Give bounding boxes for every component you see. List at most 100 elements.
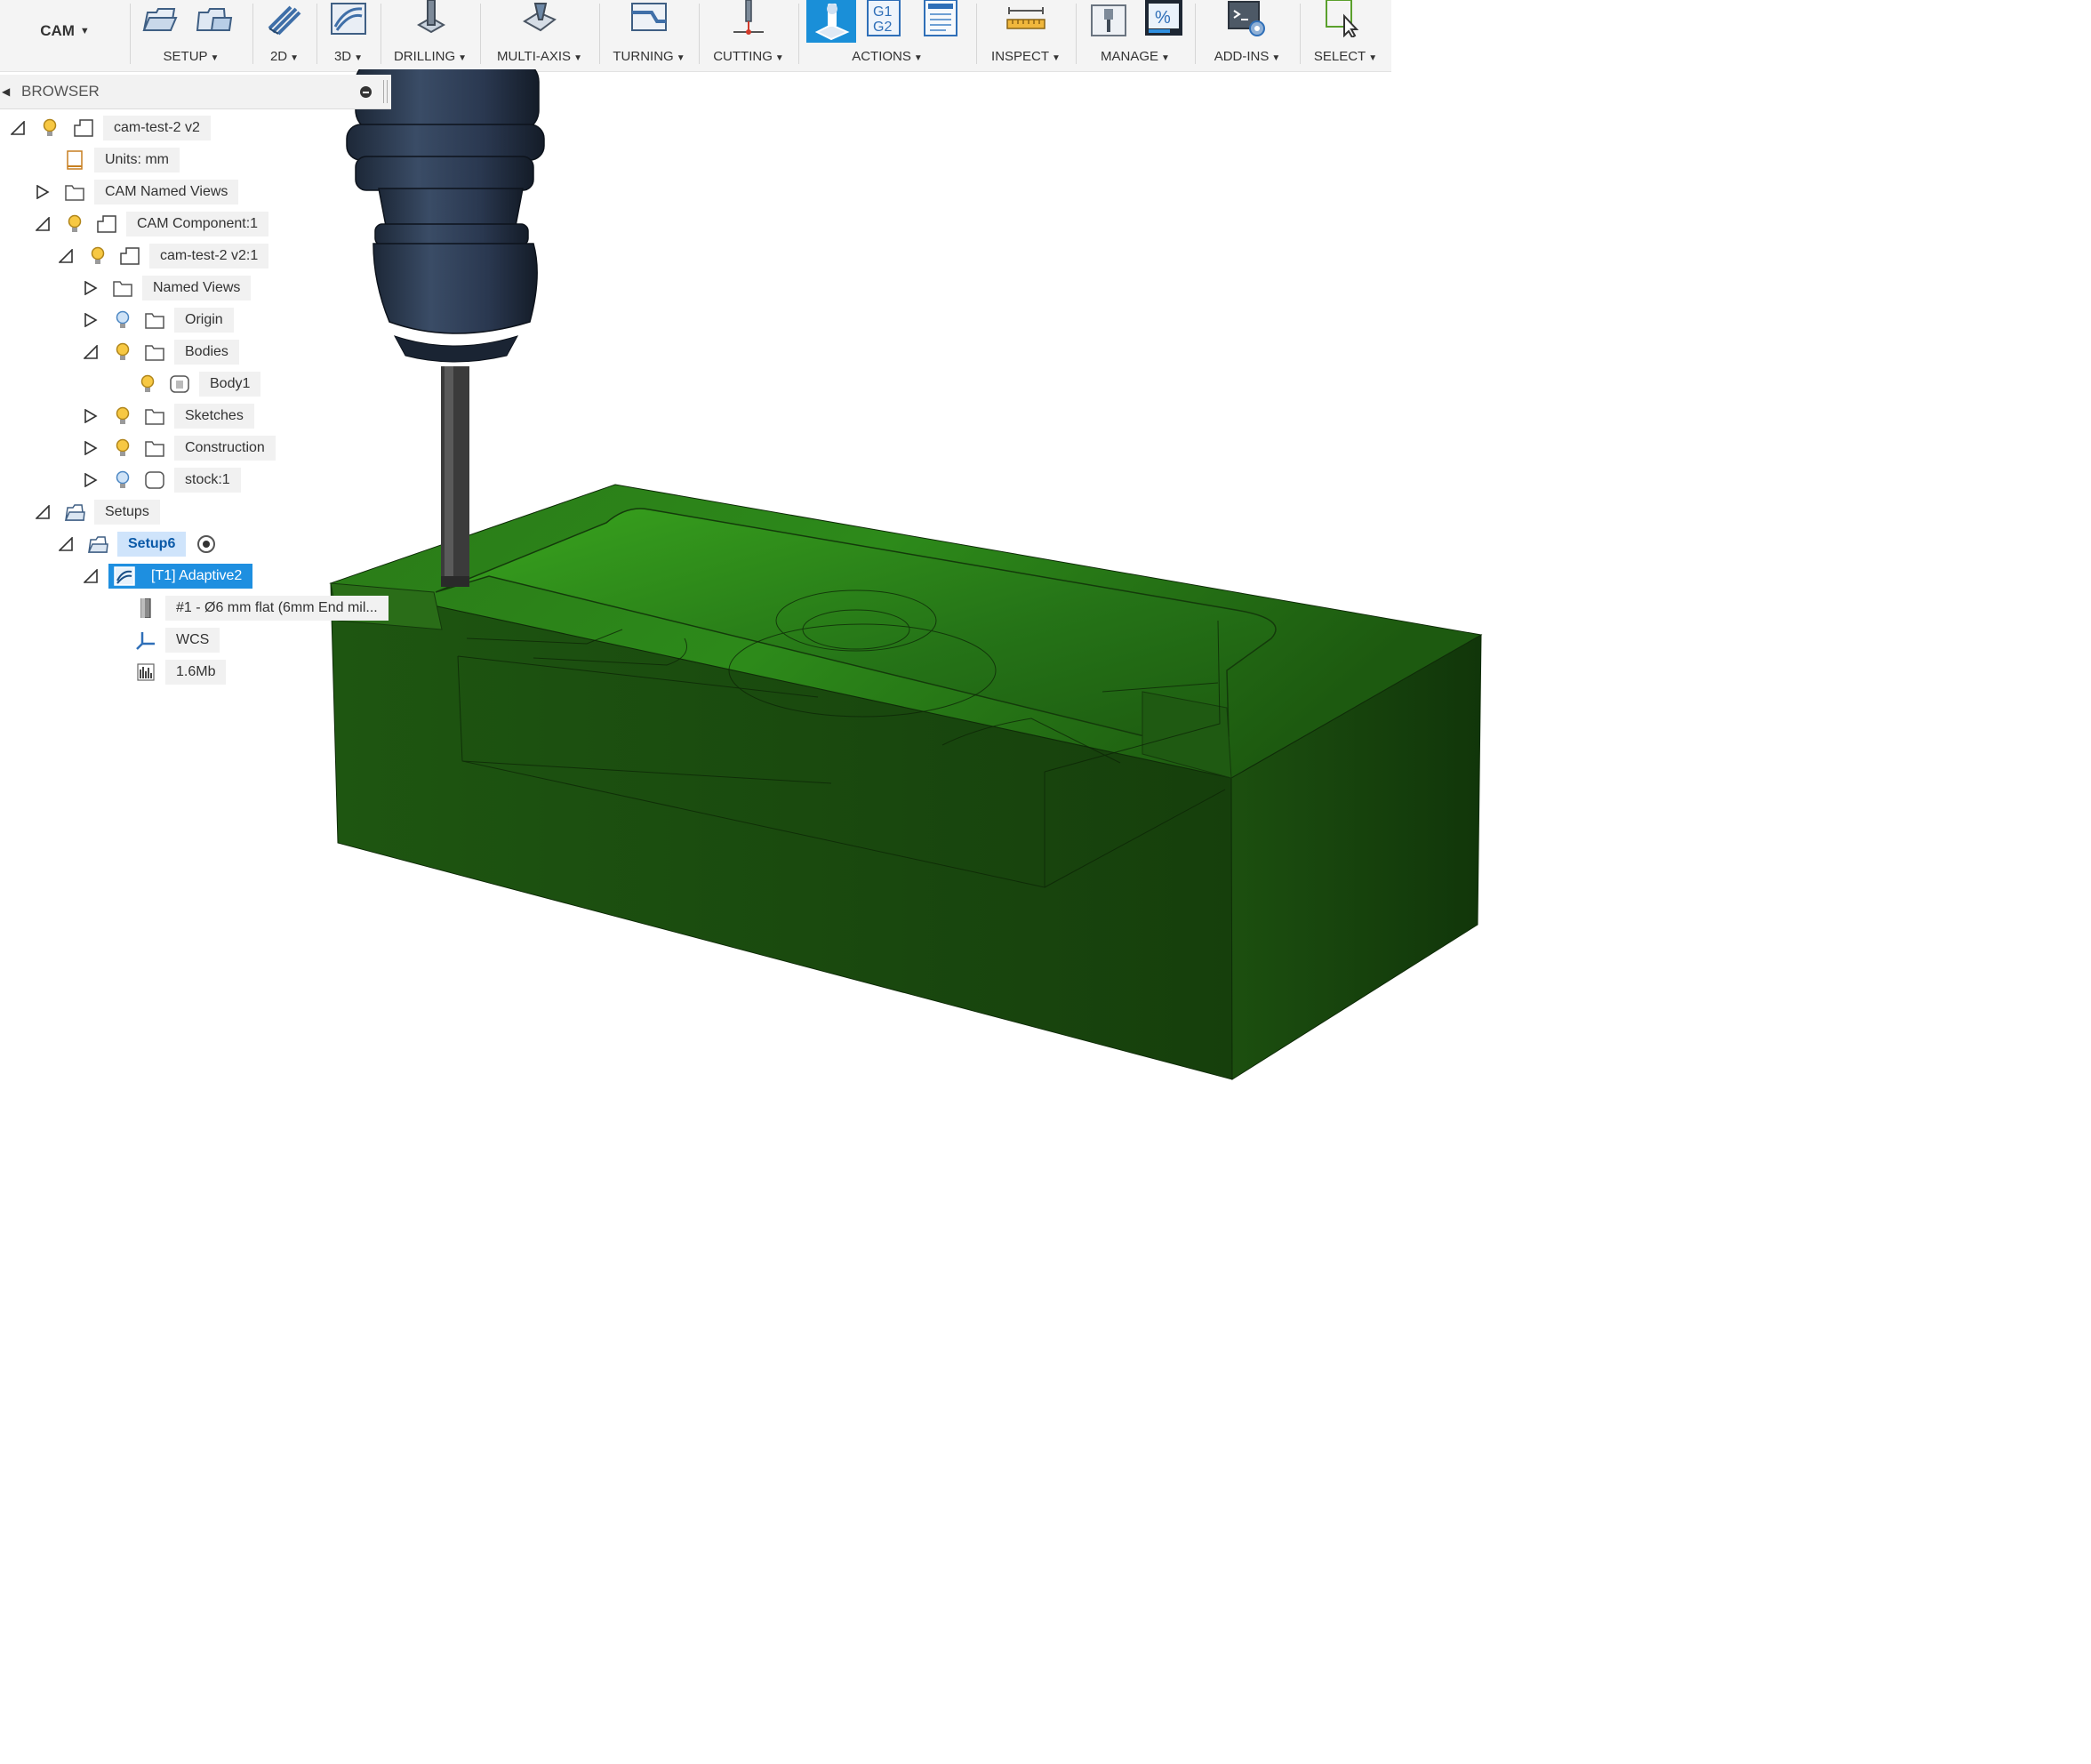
tree-label[interactable]: Setup6 (117, 532, 187, 557)
chevron-down-icon: ▼ (1161, 53, 1170, 63)
collapse-triangle-icon[interactable] (36, 505, 50, 519)
actions-menu[interactable]: ACTIONS ▼ (798, 49, 976, 64)
multi-axis-menu[interactable]: MULTI-AXIS ▼ (480, 49, 599, 64)
workspace-switcher[interactable]: CAM ▼ (0, 0, 130, 62)
chevron-down-icon: ▼ (1052, 53, 1061, 63)
visibility-bulb-icon[interactable] (41, 118, 59, 138)
activate-setup-radio[interactable] (197, 535, 215, 553)
cutting-icon[interactable] (728, 0, 769, 37)
svg-text:G2: G2 (873, 20, 892, 35)
expand-triangle-icon[interactable] (84, 313, 98, 327)
turning-label: TURNING (613, 49, 674, 64)
collapse-triangle-icon[interactable] (36, 217, 50, 231)
tree-label[interactable]: Bodies (174, 340, 239, 365)
tree-label[interactable]: Body1 (199, 372, 261, 397)
2d-adaptive-icon[interactable] (264, 0, 305, 37)
drilling-menu[interactable]: DRILLING ▼ (381, 49, 480, 64)
select-menu[interactable]: SELECT ▼ (1300, 49, 1391, 64)
collapse-triangle-icon[interactable] (84, 345, 98, 359)
measure-icon[interactable] (1005, 0, 1046, 37)
tree-label[interactable]: 1.6Mb (165, 660, 227, 685)
collapse-triangle-icon[interactable] (59, 249, 73, 263)
visibility-bulb-icon[interactable] (89, 246, 107, 266)
tree-label[interactable]: WCS (165, 628, 220, 653)
multi-axis-icon[interactable] (519, 0, 560, 37)
tool-library-icon[interactable] (1088, 0, 1129, 37)
scripts-addins-icon[interactable] (1227, 0, 1268, 37)
setup-sheet-report-icon[interactable] (923, 0, 958, 37)
document-settings-icon (64, 150, 85, 170)
inspect-menu[interactable]: INSPECT ▼ (976, 49, 1076, 64)
tree-label[interactable]: cam-test-2 v2:1 (149, 244, 269, 269)
expand-triangle-icon[interactable] (84, 409, 98, 423)
setups-folder-icon (64, 502, 85, 522)
panel-resize-handle[interactable] (383, 80, 388, 103)
tree-label[interactable]: Units: mm (94, 148, 180, 172)
chevron-down-icon: ▼ (354, 53, 364, 63)
tree-label[interactable]: Named Views (142, 276, 252, 301)
drilling-group: DRILLING ▼ (381, 0, 480, 71)
body-icon (169, 374, 190, 394)
new-setup-icon[interactable] (139, 0, 180, 37)
chevron-down-icon: ▼ (290, 53, 300, 63)
component-icon (119, 246, 140, 266)
add-ins-menu[interactable]: ADD-INS ▼ (1195, 49, 1300, 64)
tree-label[interactable]: Origin (174, 308, 234, 333)
visibility-bulb-icon[interactable] (139, 374, 156, 394)
3d-adaptive-icon[interactable] (328, 0, 369, 37)
expand-triangle-icon[interactable] (84, 473, 98, 487)
3d-menu[interactable]: 3D ▼ (316, 49, 381, 64)
tree-label[interactable]: CAM Component:1 (126, 212, 269, 237)
chevron-down-icon: ▼ (1271, 53, 1281, 63)
end-mill-icon (135, 598, 156, 618)
tree-label[interactable]: cam-test-2 v2 (103, 116, 211, 140)
chevron-down-icon: ▼ (210, 53, 220, 63)
folder-icon (144, 406, 165, 426)
hidden-bulb-icon[interactable] (114, 310, 132, 330)
expand-triangle-icon[interactable] (36, 185, 50, 199)
viewport-canvas[interactable] (320, 69, 1494, 1101)
component-icon (96, 214, 117, 234)
folder-icon (144, 438, 165, 458)
select-cursor-icon[interactable] (1321, 0, 1362, 37)
setup-icon (87, 534, 108, 554)
setup-group: SETUP ▼ (130, 0, 252, 71)
turning-menu[interactable]: TURNING ▼ (599, 49, 699, 64)
visibility-bulb-icon[interactable] (66, 214, 84, 234)
collapse-panel-icon[interactable]: ◀ (2, 75, 10, 108)
visibility-bulb-icon[interactable] (114, 438, 132, 458)
turning-icon[interactable] (629, 0, 669, 37)
pin-panel-icon[interactable] (360, 86, 372, 98)
post-library-icon[interactable]: % (1143, 0, 1184, 37)
post-process-icon[interactable]: G1 G2 (866, 0, 901, 37)
2d-menu[interactable]: 2D ▼ (252, 49, 316, 64)
drill-icon[interactable] (410, 0, 451, 37)
inspect-label: INSPECT (991, 49, 1050, 64)
setup-sheet-icon[interactable] (194, 0, 235, 37)
select-label: SELECT (1313, 49, 1366, 64)
tree-label[interactable]: stock:1 (174, 468, 241, 493)
collapse-triangle-icon[interactable] (59, 537, 73, 551)
canvas-viewport[interactable] (320, 69, 1494, 1101)
cutting-menu[interactable]: CUTTING ▼ (699, 49, 798, 64)
component-icon (73, 118, 94, 138)
visibility-bulb-icon[interactable] (114, 342, 132, 362)
collapse-triangle-icon[interactable] (84, 569, 98, 583)
actions-group: G1 G2 ACTIONS ▼ (798, 0, 976, 71)
manage-group: % MANAGE ▼ (1076, 0, 1195, 71)
stock-model[interactable] (329, 484, 1483, 1080)
setup-menu[interactable]: SETUP ▼ (130, 49, 252, 64)
cutting-label: CUTTING (713, 49, 773, 64)
tree-label[interactable]: CAM Named Views (94, 180, 239, 204)
tree-label[interactable]: Construction (174, 436, 276, 461)
tree-label[interactable]: Sketches (174, 404, 254, 429)
expand-triangle-icon[interactable] (84, 441, 98, 455)
expand-triangle-icon[interactable] (84, 281, 98, 295)
hidden-bulb-icon[interactable] (114, 470, 132, 490)
collapse-triangle-icon[interactable] (11, 121, 25, 135)
tree-label[interactable]: #1 - Ø6 mm flat (6mm End mil... (165, 596, 389, 621)
visibility-bulb-icon[interactable] (114, 406, 132, 426)
tree-label[interactable]: Setups (94, 500, 160, 525)
manage-menu[interactable]: MANAGE ▼ (1076, 49, 1195, 64)
simulate-icon[interactable] (806, 0, 856, 43)
